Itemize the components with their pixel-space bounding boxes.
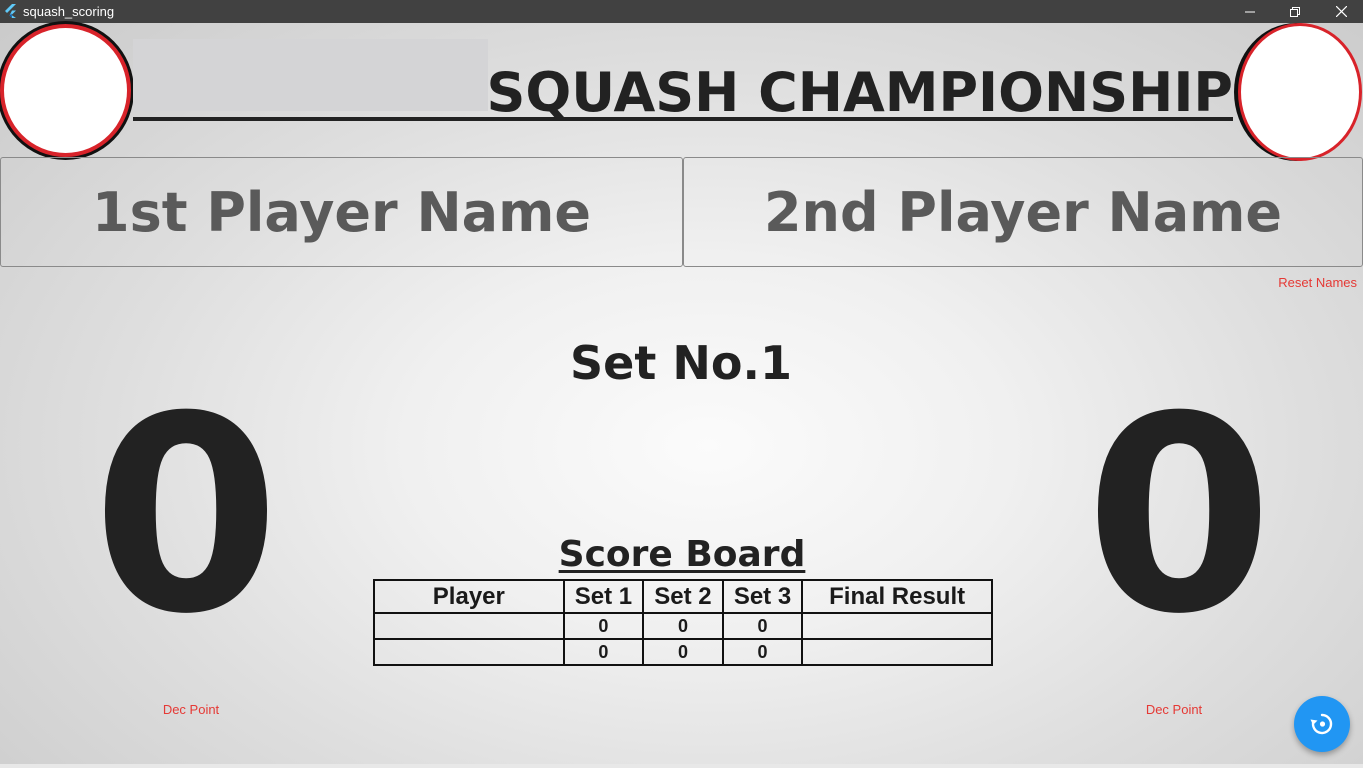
cell-set3: 0 <box>721 612 804 640</box>
player2-name-field[interactable]: 2nd Player Name <box>683 157 1363 267</box>
left-logo <box>0 24 131 157</box>
cell-set2: 0 <box>642 638 724 666</box>
cell-set1: 0 <box>562 612 645 640</box>
cell-set1: 0 <box>562 638 645 666</box>
header-set2: Set 2 <box>642 579 724 614</box>
window-title: squash_scoring <box>23 4 115 19</box>
app-window: squash_scoring SQUASH CHAMPIONSHIP 1st P… <box>0 0 1363 768</box>
header-final-result: Final Result <box>801 579 993 614</box>
player1-score-button[interactable]: 0 <box>76 376 296 656</box>
scoreboard-title: Score Board <box>558 534 806 575</box>
title-underline <box>133 117 1233 121</box>
cell-set3: 0 <box>721 638 804 666</box>
cell-player <box>373 612 565 640</box>
player1-dec-point-button[interactable]: Dec Point <box>131 702 251 717</box>
cell-set2: 0 <box>642 612 724 640</box>
restore-button[interactable] <box>1272 0 1318 23</box>
player2-dec-point-button[interactable]: Dec Point <box>1114 702 1234 717</box>
table-row: 0 0 0 <box>373 638 993 666</box>
header-set1: Set 1 <box>562 579 645 614</box>
minimize-icon <box>1245 11 1255 12</box>
header-set3: Set 3 <box>721 579 804 614</box>
redacted-title-part <box>133 39 488 111</box>
cell-final-result <box>801 638 993 666</box>
table-row: 0 0 0 <box>373 612 993 640</box>
flutter-icon <box>5 4 16 18</box>
close-icon <box>1335 6 1347 17</box>
close-button[interactable] <box>1318 0 1363 23</box>
minimize-button[interactable] <box>1227 0 1273 23</box>
cell-final-result <box>801 612 993 640</box>
cell-player <box>373 638 565 666</box>
restore-icon <box>1290 6 1300 17</box>
set-number-label: Set No.1 <box>570 336 792 390</box>
table-header-row: Player Set 1 Set 2 Set 3 Final Result <box>373 579 993 614</box>
scoreboard-table: Player Set 1 Set 2 Set 3 Final Result 0 … <box>373 579 993 666</box>
restart-icon <box>1310 713 1333 735</box>
bottom-strip <box>0 764 1363 768</box>
right-logo <box>1238 23 1362 161</box>
player2-score-button[interactable]: 0 <box>1069 376 1289 656</box>
title-bar[interactable]: squash_scoring <box>0 0 1363 23</box>
header-player: Player <box>373 579 565 614</box>
restart-fab-button[interactable] <box>1294 696 1350 752</box>
reset-names-button[interactable]: Reset Names <box>1278 275 1357 290</box>
player1-name-field[interactable]: 1st Player Name <box>0 157 683 267</box>
